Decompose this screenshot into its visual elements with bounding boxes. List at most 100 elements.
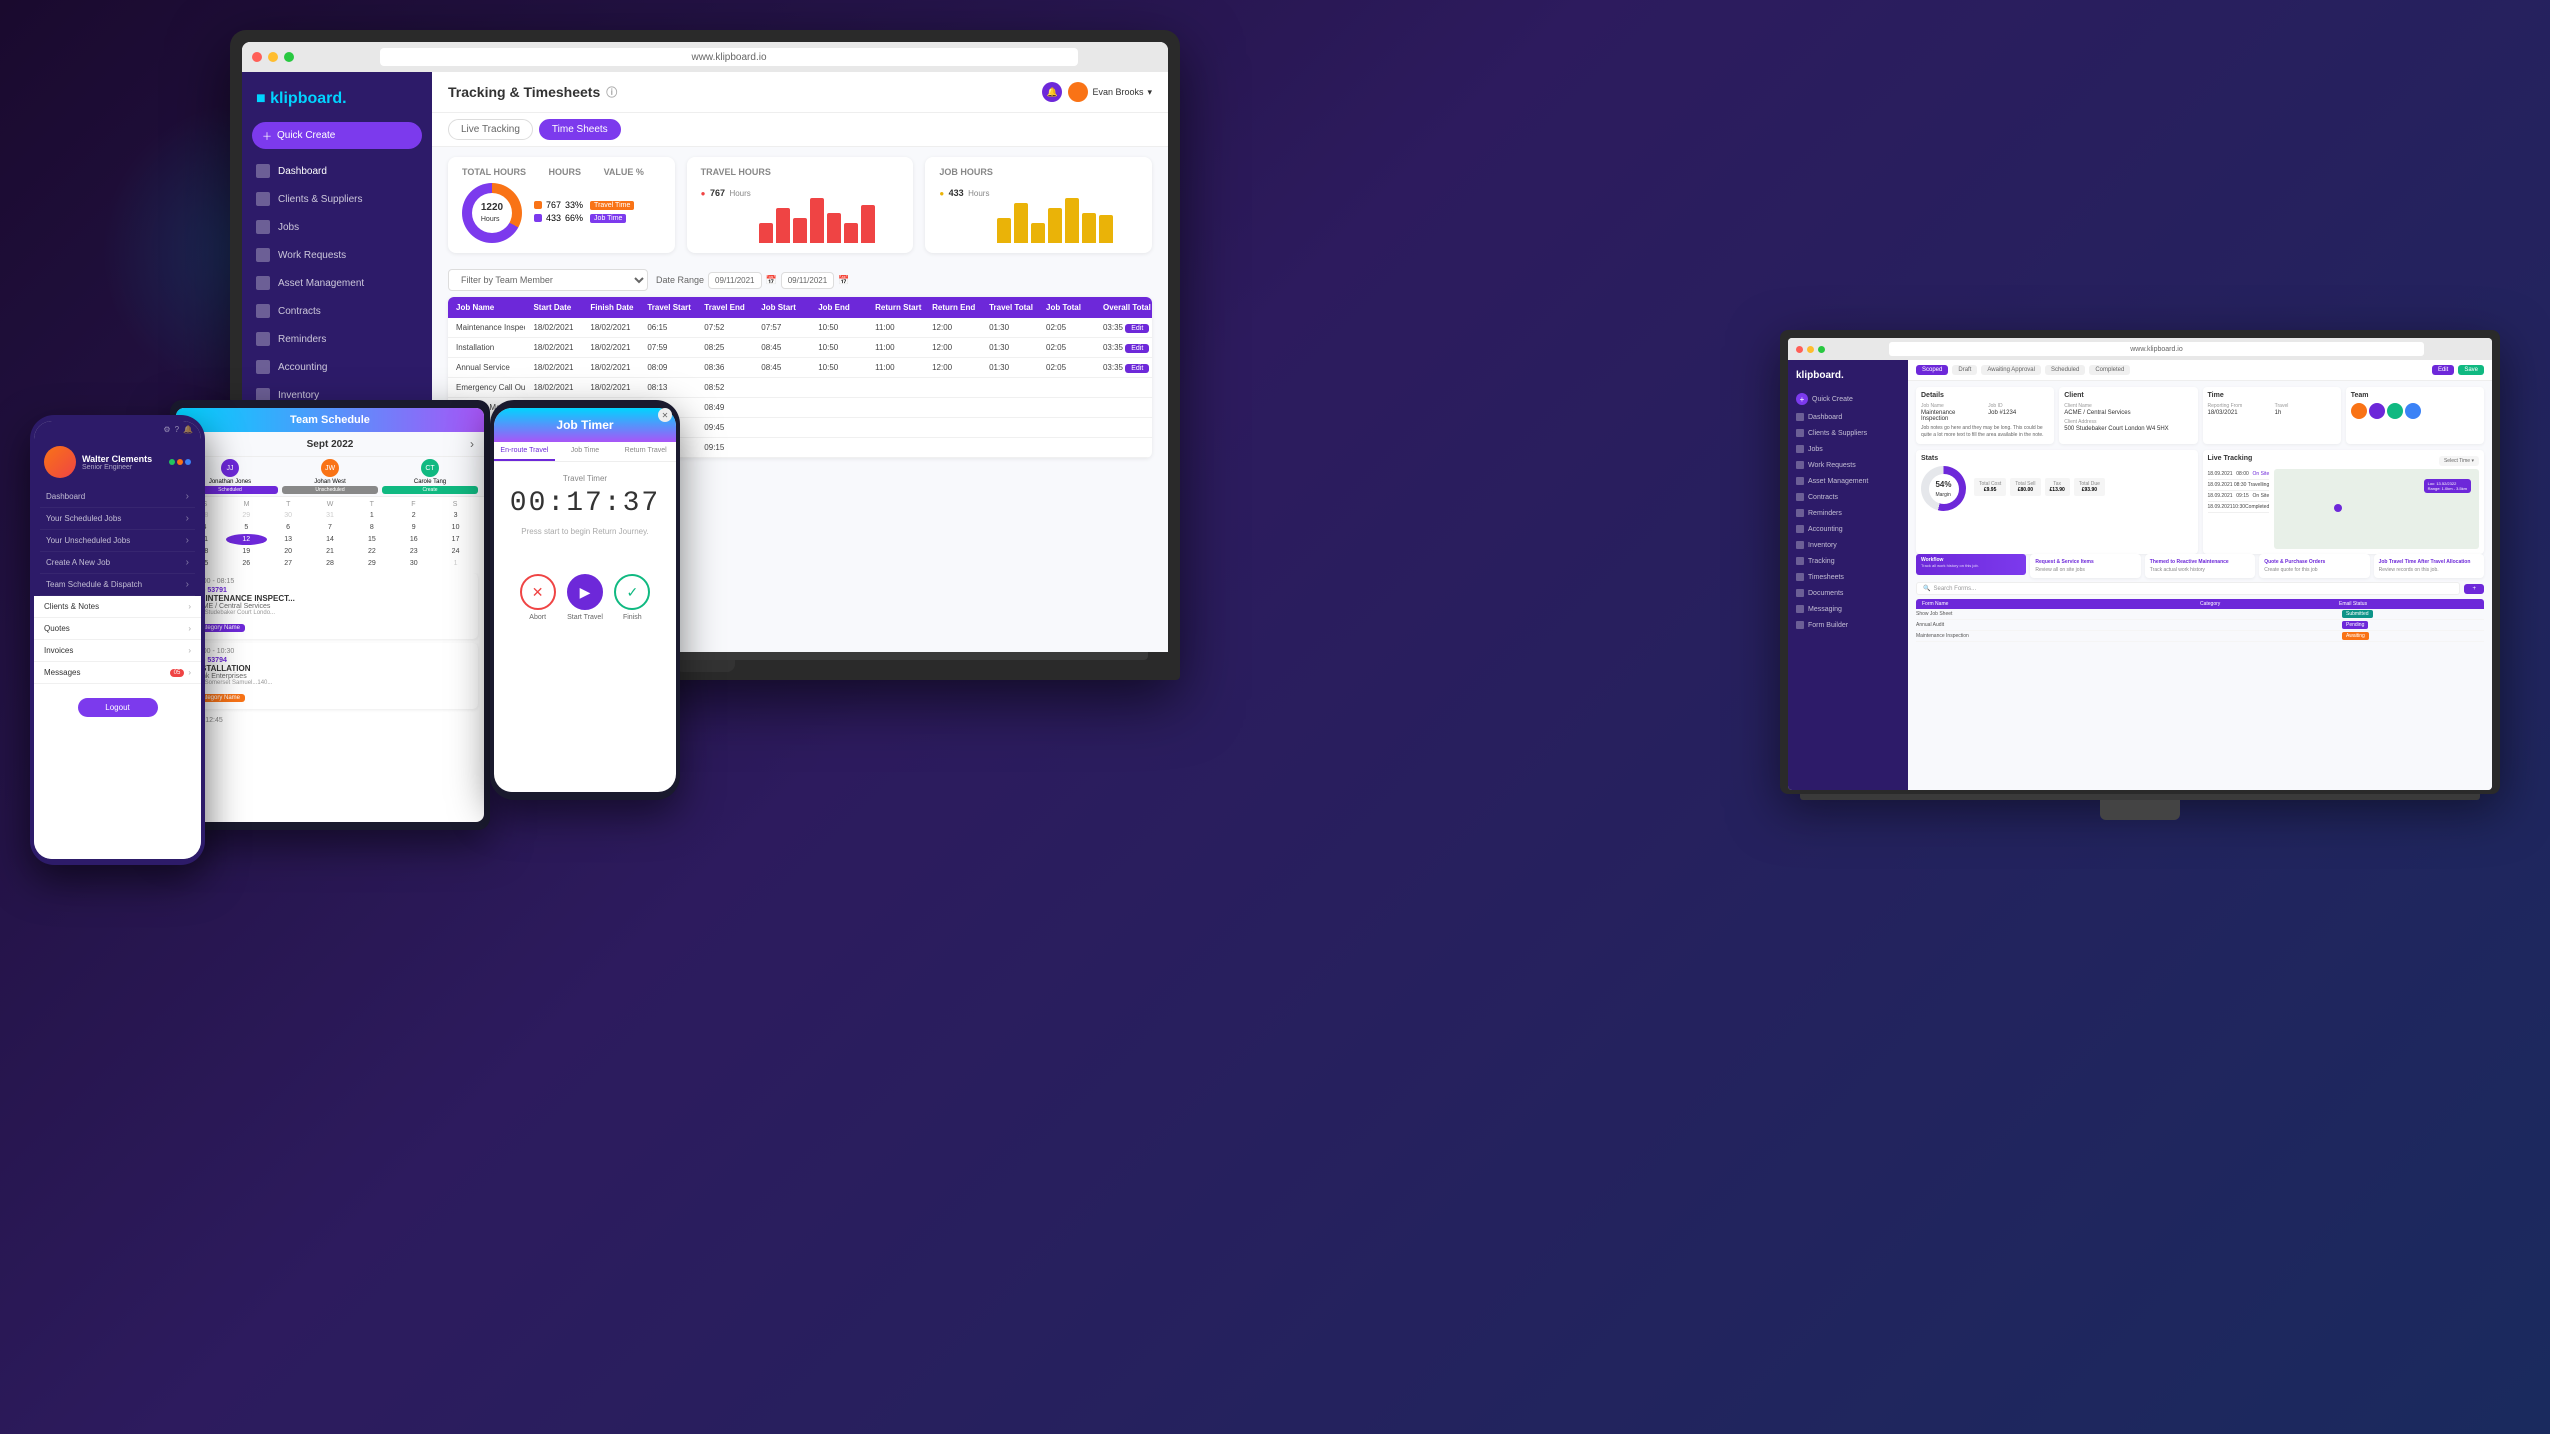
mon-sidebar-messaging[interactable]: Messaging	[1788, 601, 1908, 617]
mon-sidebar-documents[interactable]: Documents	[1788, 585, 1908, 601]
monitor-url-bar[interactable]: www.klipboard.io	[1889, 342, 2424, 356]
cal-day[interactable]: 30	[393, 558, 434, 569]
mon-sidebar-quick-create[interactable]: + Quick Create	[1788, 389, 1908, 409]
calendar-icon[interactable]: 📅	[766, 275, 777, 286]
cal-day[interactable]: 20	[268, 546, 309, 557]
form-search-input[interactable]: 🔍 Search Forms...	[1916, 582, 2460, 595]
cal-day[interactable]: 6	[268, 522, 309, 533]
cal-day[interactable]: 15	[351, 534, 392, 545]
mon-sidebar-inventory[interactable]: Inventory	[1788, 537, 1908, 553]
mon-tab-draft[interactable]: Draft	[1952, 365, 1977, 375]
cal-day[interactable]: 16	[393, 534, 434, 545]
sidebar-item-jobs[interactable]: Jobs	[242, 213, 432, 241]
cal-day[interactable]: 19	[226, 546, 267, 557]
sidebar-item-accounting[interactable]: Accounting	[242, 353, 432, 381]
mon-sidebar-asset[interactable]: Asset Management	[1788, 473, 1908, 489]
user-menu[interactable]: Evan Brooks ▾	[1068, 82, 1152, 102]
calendar-icon-2[interactable]: 📅	[838, 275, 849, 286]
minimize-dot[interactable]	[1807, 346, 1814, 353]
cal-day-today[interactable]: 12	[226, 534, 267, 545]
tab-live-tracking[interactable]: Live Tracking	[448, 119, 533, 140]
cal-day[interactable]: 28	[310, 558, 351, 569]
mon-sidebar-timesheets[interactable]: Timesheets	[1788, 569, 1908, 585]
maximize-dot[interactable]	[284, 52, 294, 62]
list-item[interactable]: 09:00 - 10:30 Job 53794 INSTALLATION Ran…	[182, 643, 478, 709]
cal-day[interactable]: 2	[393, 510, 434, 521]
cal-day[interactable]: 9	[393, 522, 434, 533]
mon-sidebar-dashboard[interactable]: Dashboard	[1788, 409, 1908, 425]
url-bar[interactable]: www.klipboard.io	[380, 48, 1078, 66]
sidebar-item-clients[interactable]: Clients & Suppliers	[242, 185, 432, 213]
close-dot[interactable]	[252, 52, 262, 62]
mon-sidebar-tracking[interactable]: Tracking	[1788, 553, 1908, 569]
list-item[interactable]: 08:00 - 08:15 Job 53791 MAINTENANCE INSP…	[182, 573, 478, 639]
abort-action[interactable]: ✕ Abort	[520, 574, 556, 621]
calendar-next-button[interactable]: ›	[470, 437, 474, 451]
minimize-dot[interactable]	[268, 52, 278, 62]
close-dot[interactable]	[1796, 346, 1803, 353]
start-travel-action[interactable]: ▶ Start Travel	[567, 574, 603, 621]
cal-day[interactable]: 22	[351, 546, 392, 557]
cal-day[interactable]: 5	[226, 522, 267, 533]
sidebar-item-reminders[interactable]: Reminders	[242, 325, 432, 353]
edit-button[interactable]: Edit	[1125, 364, 1149, 373]
mobile-nav-scheduled-jobs[interactable]: Your Scheduled Jobs ›	[40, 508, 195, 530]
tab-job-time[interactable]: Job Time	[555, 442, 616, 461]
sidebar-item-quick-create[interactable]: ＋ Quick Create	[252, 122, 422, 149]
cal-day[interactable]: 27	[268, 558, 309, 569]
mon-sidebar-reminders[interactable]: Reminders	[1788, 505, 1908, 521]
edit-button[interactable]: Edit	[1125, 344, 1149, 353]
cal-day[interactable]: 3	[435, 510, 476, 521]
mon-sidebar-accounting[interactable]: Accounting	[1788, 521, 1908, 537]
close-button[interactable]: ✕	[658, 408, 672, 422]
tab-en-route[interactable]: En-route Travel	[494, 442, 555, 461]
add-form-button[interactable]: +	[2464, 584, 2484, 594]
mon-sidebar-work-requests[interactable]: Work Requests	[1788, 457, 1908, 473]
mobile-nav-clients[interactable]: Clients & Notes ›	[34, 596, 201, 618]
tab-return-travel[interactable]: Return Travel	[615, 442, 676, 461]
notifications-icon[interactable]: 🔔	[1042, 82, 1062, 102]
mobile-nav-team-schedule[interactable]: Team Schedule & Dispatch ›	[40, 574, 195, 596]
settings-icon[interactable]: ⚙	[163, 425, 170, 434]
sidebar-item-contracts[interactable]: Contracts	[242, 297, 432, 325]
mon-sidebar-clients[interactable]: Clients & Suppliers	[1788, 425, 1908, 441]
mobile-nav-unscheduled-jobs[interactable]: Your Unscheduled Jobs ›	[40, 530, 195, 552]
cal-day[interactable]: 8	[351, 522, 392, 533]
cal-day[interactable]: 14	[310, 534, 351, 545]
mon-tab-completed[interactable]: Completed	[2089, 365, 2130, 375]
mon-tab-awaiting[interactable]: Awaiting Approval	[1981, 365, 2041, 375]
sidebar-item-asset[interactable]: Asset Management	[242, 269, 432, 297]
sidebar-item-work-requests[interactable]: Work Requests	[242, 241, 432, 269]
date-to-input[interactable]: 09/11/2021	[781, 272, 834, 289]
maximize-dot[interactable]	[1818, 346, 1825, 353]
cal-day[interactable]: 7	[310, 522, 351, 533]
mobile-nav-invoices[interactable]: Invoices ›	[34, 640, 201, 662]
tab-time-sheets[interactable]: Time Sheets	[539, 119, 621, 140]
cal-day[interactable]: 23	[393, 546, 434, 557]
cal-day[interactable]: 13	[268, 534, 309, 545]
select-time-filter[interactable]: Select Time ▾	[2439, 456, 2479, 466]
mobile-nav-dashboard[interactable]: Dashboard ›	[40, 486, 195, 508]
sidebar-item-dashboard[interactable]: Dashboard	[242, 157, 432, 185]
save-button[interactable]: Save	[2458, 365, 2484, 375]
logout-button[interactable]: Logout	[78, 698, 158, 717]
cal-day[interactable]: 24	[435, 546, 476, 557]
mon-sidebar-form-builder[interactable]: Form Builder	[1788, 617, 1908, 633]
cal-day[interactable]: 1	[351, 510, 392, 521]
cal-day[interactable]: 29	[351, 558, 392, 569]
mon-sidebar-contracts[interactable]: Contracts	[1788, 489, 1908, 505]
cal-day[interactable]: 21	[310, 546, 351, 557]
finish-action[interactable]: ✓ Finish	[614, 574, 650, 621]
edit-button[interactable]: Edit	[1125, 324, 1149, 333]
mon-tab-scoped[interactable]: Scoped	[1916, 365, 1948, 375]
mon-sidebar-jobs[interactable]: Jobs	[1788, 441, 1908, 457]
mon-tab-scheduled[interactable]: Scheduled	[2045, 365, 2085, 375]
cal-day[interactable]: 17	[435, 534, 476, 545]
edit-button[interactable]: Edit	[2432, 365, 2454, 375]
cal-day[interactable]: 26	[226, 558, 267, 569]
help-icon[interactable]: ?	[175, 425, 179, 434]
mobile-nav-quotes[interactable]: Quotes ›	[34, 618, 201, 640]
cal-day[interactable]: 10	[435, 522, 476, 533]
mobile-nav-create-job[interactable]: Create A New Job ›	[40, 552, 195, 574]
bell-icon[interactable]: 🔔	[183, 425, 193, 434]
